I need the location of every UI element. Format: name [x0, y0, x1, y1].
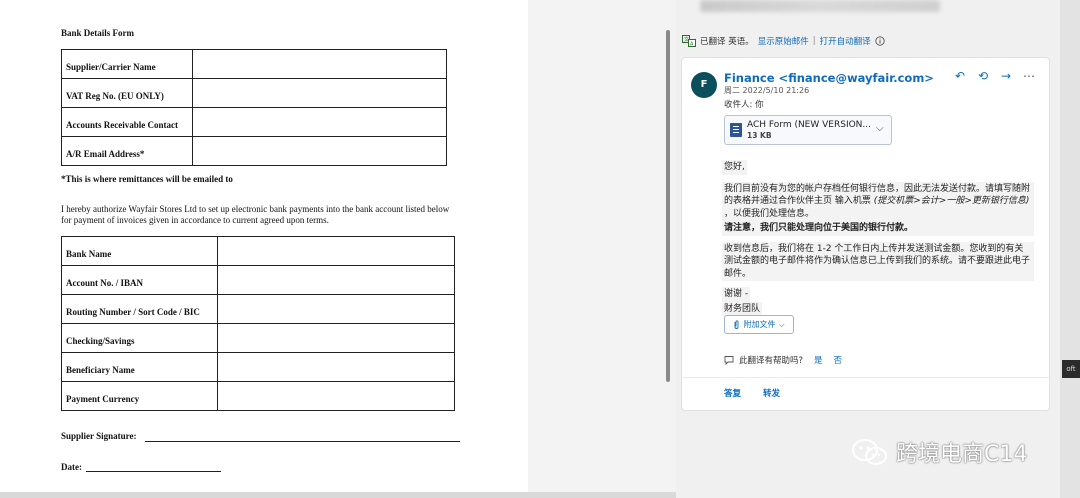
row-value: [192, 49, 447, 79]
row-label: Beneficiary Name: [61, 352, 218, 382]
date-label: Date:: [61, 462, 82, 472]
row-value: [192, 136, 447, 166]
message-body: 您好, 我们目前没有为您的帐户存档任何银行信息，因此无法发送付款。请填写随附的表…: [722, 160, 1034, 316]
chevron-down-icon: ⌵: [778, 319, 785, 329]
thanks-line: 谢谢 -: [722, 287, 751, 302]
form-title: Bank Details Form: [61, 28, 134, 38]
translation-feedback: 此翻译有帮助吗? 是 否: [724, 354, 842, 366]
reply-all-icon[interactable]: ⟲: [976, 69, 990, 83]
row-label: Bank Name: [61, 236, 218, 266]
recipient-line: 收件人: 你: [724, 100, 764, 110]
reply-button[interactable]: 答复: [724, 387, 741, 399]
row-value: [217, 236, 455, 266]
translation-bar: 文 A 已翻译 英语。 显示原始邮件 | 打开自动翻译: [682, 30, 1048, 52]
row-value: [217, 294, 455, 324]
row-label: VAT Reg No. (EU ONLY): [61, 78, 193, 108]
table-row: Accounts Receivable Contact: [61, 107, 447, 137]
paperclip-icon: [735, 319, 739, 329]
table-row: Payment Currency: [61, 381, 455, 411]
translation-status: 已翻译 英语。: [700, 37, 754, 47]
right-edge-tab[interactable]: oft: [1062, 360, 1080, 378]
body-bold-note: 请注意，我们只能处理向位于美国的银行付款。: [722, 221, 1034, 236]
greeting: 您好,: [722, 160, 747, 175]
table-row: Bank Name: [61, 236, 455, 266]
forward-button[interactable]: 转发: [763, 387, 780, 399]
carrier-details-table: Supplier/Carrier Name VAT Reg No. (EU ON…: [61, 49, 447, 166]
subject-blurred: [700, 0, 940, 12]
row-value: [192, 107, 447, 137]
table-row: Supplier/Carrier Name: [61, 49, 447, 79]
auto-translate-link[interactable]: 打开自动翻译: [820, 35, 871, 47]
bottom-strip: [0, 492, 676, 498]
word-file-icon: [730, 123, 742, 137]
row-value: [217, 381, 455, 411]
reply-icon[interactable]: ↶: [953, 69, 967, 83]
row-label: Accounts Receivable Contact: [61, 107, 193, 137]
row-value: [217, 323, 455, 353]
feedback-yes[interactable]: 是: [814, 354, 823, 366]
document-gutter: [528, 0, 676, 492]
message-actions: ↶ ⟲ → ⋯: [953, 69, 1036, 83]
attachment-name: ACH Form (NEW VERSION...: [747, 120, 871, 130]
sender-avatar[interactable]: F: [691, 72, 717, 98]
row-label: Routing Number / Sort Code / BIC: [61, 294, 218, 324]
document-scrollbar[interactable]: [666, 30, 670, 382]
table-row: Beneficiary Name: [61, 352, 455, 382]
row-value: [217, 352, 455, 382]
translate-icon: 文 A: [682, 35, 696, 47]
authorization-text: I hereby authorize Wayfair Stores Ltd to…: [61, 204, 450, 225]
info-icon[interactable]: [874, 36, 885, 46]
table-row: Routing Number / Sort Code / BIC: [61, 294, 455, 324]
signature-label: Supplier Signature:: [61, 431, 137, 441]
body-text: ，以便我们处理信息。: [724, 208, 815, 219]
row-label: A/R Email Address*: [61, 136, 193, 166]
sender-name[interactable]: Finance <finance@wayfair.com>: [724, 71, 934, 85]
attach-file-label: 附加文件: [743, 320, 776, 329]
more-icon[interactable]: ⋯: [1022, 69, 1036, 83]
message-date: 周二 2022/5/10 21:26: [724, 86, 810, 95]
divider: [682, 377, 1051, 378]
table-row: A/R Email Address*: [61, 136, 447, 166]
show-original-link[interactable]: 显示原始邮件: [758, 35, 809, 47]
reply-actions: 答复 转发: [724, 387, 780, 399]
feedback-no[interactable]: 否: [834, 354, 843, 366]
body-paragraph: 收到信息后，我们将在 1-2 个工作日内上传并发送测试金额。您收到的有关测试金额…: [722, 241, 1034, 281]
date-line: [86, 471, 221, 472]
chevron-down-icon[interactable]: ⌵: [876, 123, 884, 134]
separator: |: [812, 36, 816, 46]
row-value: [217, 265, 455, 295]
row-label: Supplier/Carrier Name: [61, 49, 193, 79]
message-card: F Finance <finance@wayfair.com> 周二 2022/…: [681, 57, 1051, 411]
watermark: 跨境电商C14: [850, 436, 1027, 468]
body-paragraph: 我们目前没有为您的帐户存档任何银行信息，因此无法发送付款。请填写随附的表格并通过…: [722, 181, 1034, 221]
signature-line: [145, 441, 460, 442]
bank-details-table: Bank Name Account No. / IBAN Routing Num…: [61, 236, 455, 411]
row-value: [192, 78, 447, 108]
feedback-question: 此翻译有帮助吗?: [739, 356, 804, 366]
table-row: VAT Reg No. (EU ONLY): [61, 78, 447, 108]
watermark-text: 跨境电商C14: [896, 442, 1028, 467]
svg-text:A: A: [690, 42, 694, 48]
forward-icon[interactable]: →: [999, 69, 1013, 83]
row-label: Payment Currency: [61, 381, 218, 411]
attachment-size: 13 KB: [747, 131, 772, 140]
table-row: Account No. / IBAN: [61, 265, 455, 295]
attach-file-button[interactable]: 附加文件 ⌵: [724, 315, 794, 334]
row-label: Checking/Savings: [61, 323, 218, 353]
row-label: Account No. / IBAN: [61, 265, 218, 295]
attachment-card[interactable]: ACH Form (NEW VERSION... 13 KB ⌵: [724, 115, 892, 145]
team-signature: 财务团队: [722, 301, 763, 316]
wechat-icon: [852, 439, 887, 465]
document-page: Bank Details Form Supplier/Carrier Name …: [0, 0, 528, 492]
table-row: Checking/Savings: [61, 323, 455, 353]
body-italic-path: (提交机票>会计>一般>更新银行信息): [873, 196, 1030, 206]
right-edge-strip: [1060, 0, 1080, 498]
comment-icon: [724, 356, 734, 365]
remittance-note: *This is where remittances will be email…: [61, 174, 233, 184]
